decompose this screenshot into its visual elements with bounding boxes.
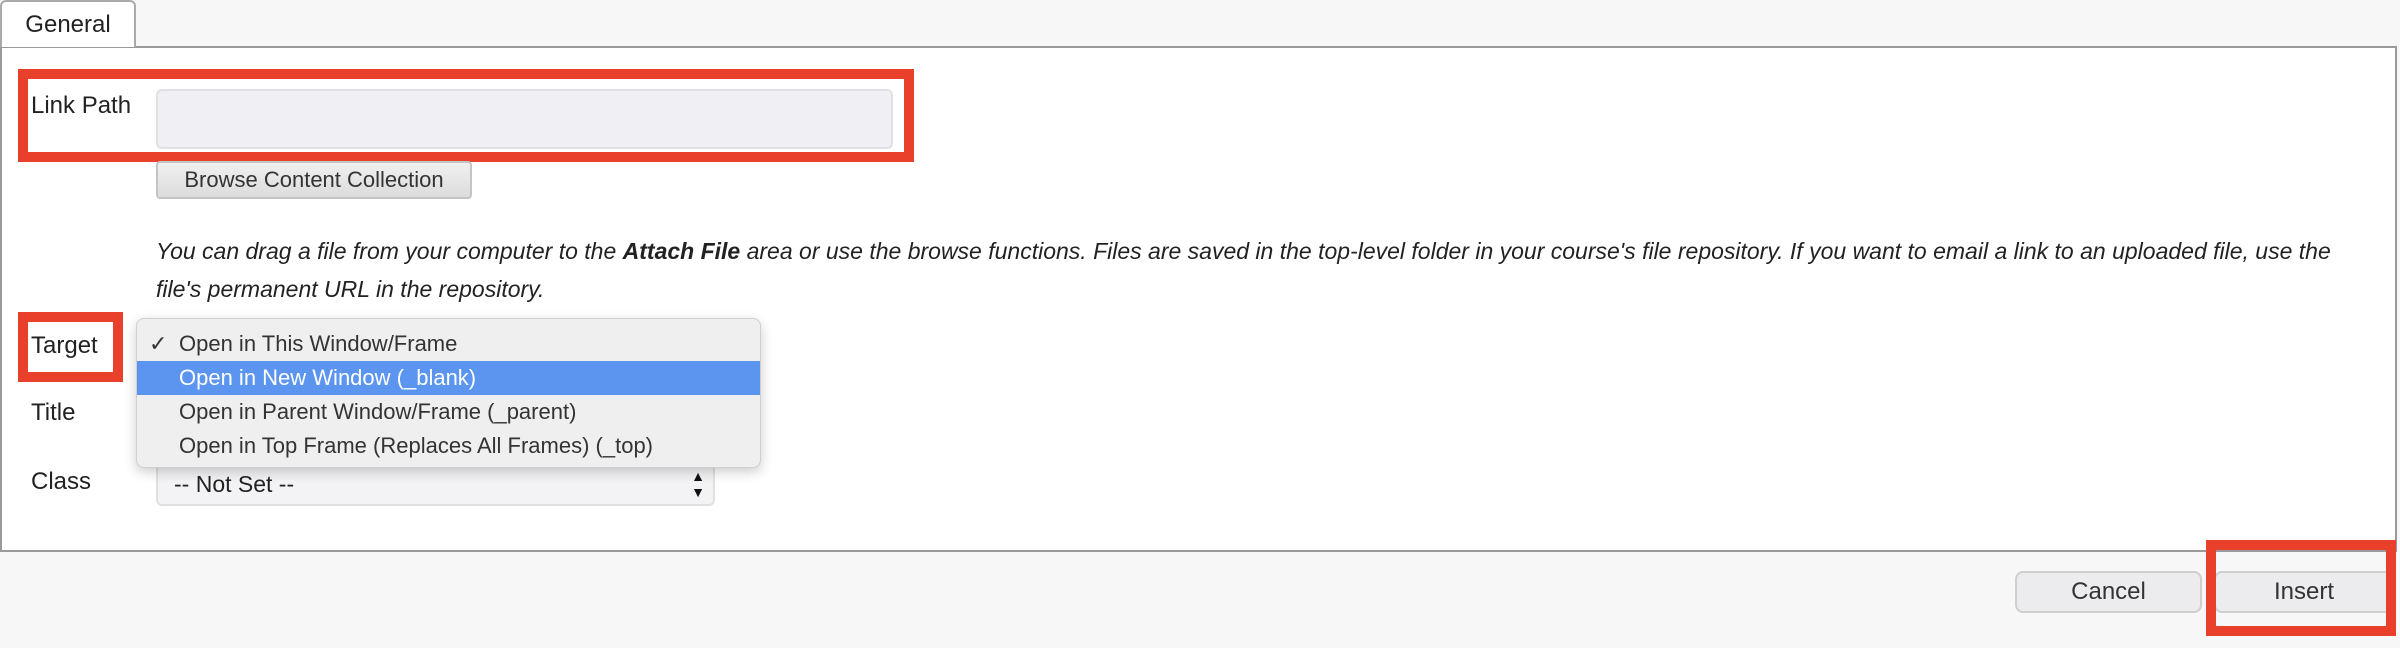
target-option-this-window[interactable]: ✓ Open in This Window/Frame: [137, 327, 760, 361]
up-down-arrows-icon: ▲ ▼: [691, 468, 705, 500]
tab-label: General: [25, 10, 111, 38]
class-select[interactable]: -- Not Set -- ▲ ▼: [156, 462, 715, 506]
class-select-value: -- Not Set --: [174, 471, 295, 497]
class-label: Class: [31, 468, 92, 495]
cancel-label: Cancel: [2071, 578, 2146, 605]
checkmark-icon: ✓: [149, 331, 168, 356]
option-label: Open in Parent Window/Frame (_parent): [179, 399, 577, 424]
target-label: Target: [31, 332, 98, 359]
help-text-emphasis: Attach File: [622, 238, 741, 264]
option-label: Open in New Window (_blank): [179, 365, 477, 390]
help-text-part: You can drag a file from your computer t…: [156, 238, 623, 264]
title-label: Title: [31, 399, 76, 426]
target-option-top-frame[interactable]: Open in Top Frame (Replaces All Frames) …: [137, 429, 760, 463]
target-option-new-window[interactable]: Open in New Window (_blank): [137, 361, 760, 395]
cancel-button[interactable]: Cancel: [2015, 571, 2202, 613]
option-label: Open in Top Frame (Replaces All Frames) …: [179, 433, 653, 458]
link-path-input[interactable]: [156, 89, 893, 149]
target-option-parent-window[interactable]: Open in Parent Window/Frame (_parent): [137, 395, 760, 429]
link-path-label: Link Path: [31, 92, 132, 119]
option-label: Open in This Window/Frame: [179, 331, 458, 356]
browse-content-collection-button[interactable]: Browse Content Collection: [156, 161, 472, 199]
help-text: You can drag a file from your computer t…: [156, 232, 2381, 308]
target-dropdown-menu: ✓ Open in This Window/Frame Open in New W…: [136, 318, 761, 468]
highlight-box-insert: [2206, 540, 2396, 636]
tab-general[interactable]: General: [0, 0, 136, 47]
browse-button-label: Browse Content Collection: [184, 167, 444, 192]
